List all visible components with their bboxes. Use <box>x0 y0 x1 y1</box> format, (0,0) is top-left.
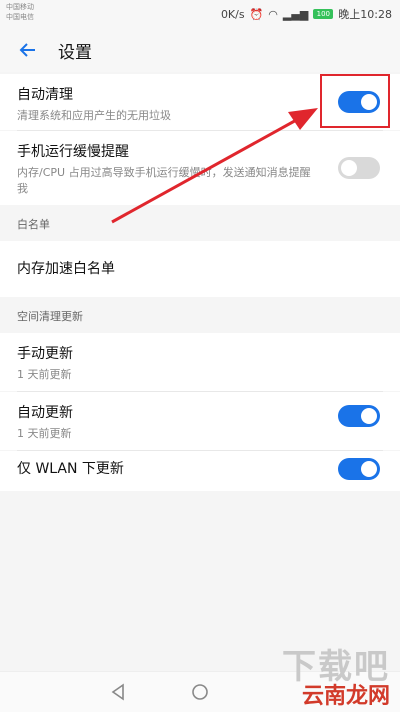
wifi-icon: ◠ <box>268 7 278 21</box>
carrier-1: 中国移动 <box>6 3 34 11</box>
auto-update-subtitle: 1 天前更新 <box>17 427 72 440</box>
auto-update-row[interactable]: 自动更新 1 天前更新 <box>0 392 400 450</box>
slow-remind-subtitle: 内存/CPU 占用过高导致手机运行缓慢时，发送通知消息提醒我 <box>17 166 311 195</box>
section-header-space: 空间清理更新 <box>0 297 400 333</box>
back-arrow-icon <box>19 43 35 57</box>
app-header: 设置 <box>0 28 400 72</box>
manual-update-subtitle: 1 天前更新 <box>17 368 72 381</box>
mem-whitelist-title: 内存加速白名单 <box>17 261 115 277</box>
slow-remind-toggle[interactable] <box>338 157 380 179</box>
slow-remind-row[interactable]: 手机运行缓慢提醒 内存/CPU 占用过高导致手机运行缓慢时，发送通知消息提醒我 <box>0 131 400 205</box>
carrier-2: 中国电信 <box>6 13 34 21</box>
highlight-box <box>320 74 390 128</box>
nav-home-icon[interactable] <box>188 680 212 704</box>
signal-icon: ▂▄▆ <box>282 7 309 21</box>
wlan-only-toggle[interactable] <box>338 458 380 480</box>
watermark-small: 云南龙网 <box>301 684 390 709</box>
clock: 晚上10:28 <box>338 8 392 21</box>
auto-update-toggle[interactable] <box>338 405 380 427</box>
network-speed: 0K/s <box>220 7 245 21</box>
wlan-only-row[interactable]: 仅 WLAN 下更新 <box>0 451 400 491</box>
back-button[interactable] <box>6 28 50 72</box>
nav-back-icon[interactable] <box>106 680 130 704</box>
watermark-logo: 下载吧 云南龙网 <box>282 649 390 709</box>
slow-remind-title: 手机运行缓慢提醒 <box>17 144 129 160</box>
watermark-big: 下载吧 <box>282 647 390 687</box>
alarm-icon: ⏰ <box>249 7 264 21</box>
battery-icon: 100 <box>313 9 334 19</box>
mem-whitelist-row[interactable]: 内存加速白名单 <box>0 241 400 297</box>
manual-update-row[interactable]: 手动更新 1 天前更新 <box>0 333 400 391</box>
section-header-whitelist: 白名单 <box>0 205 400 241</box>
manual-update-title: 手动更新 <box>17 346 73 362</box>
status-bar: 中国移动 中国电信 0K/s ⏰ ◠ ▂▄▆ 100 晚上10:28 <box>0 0 400 28</box>
page-title: 设置 <box>58 42 92 63</box>
